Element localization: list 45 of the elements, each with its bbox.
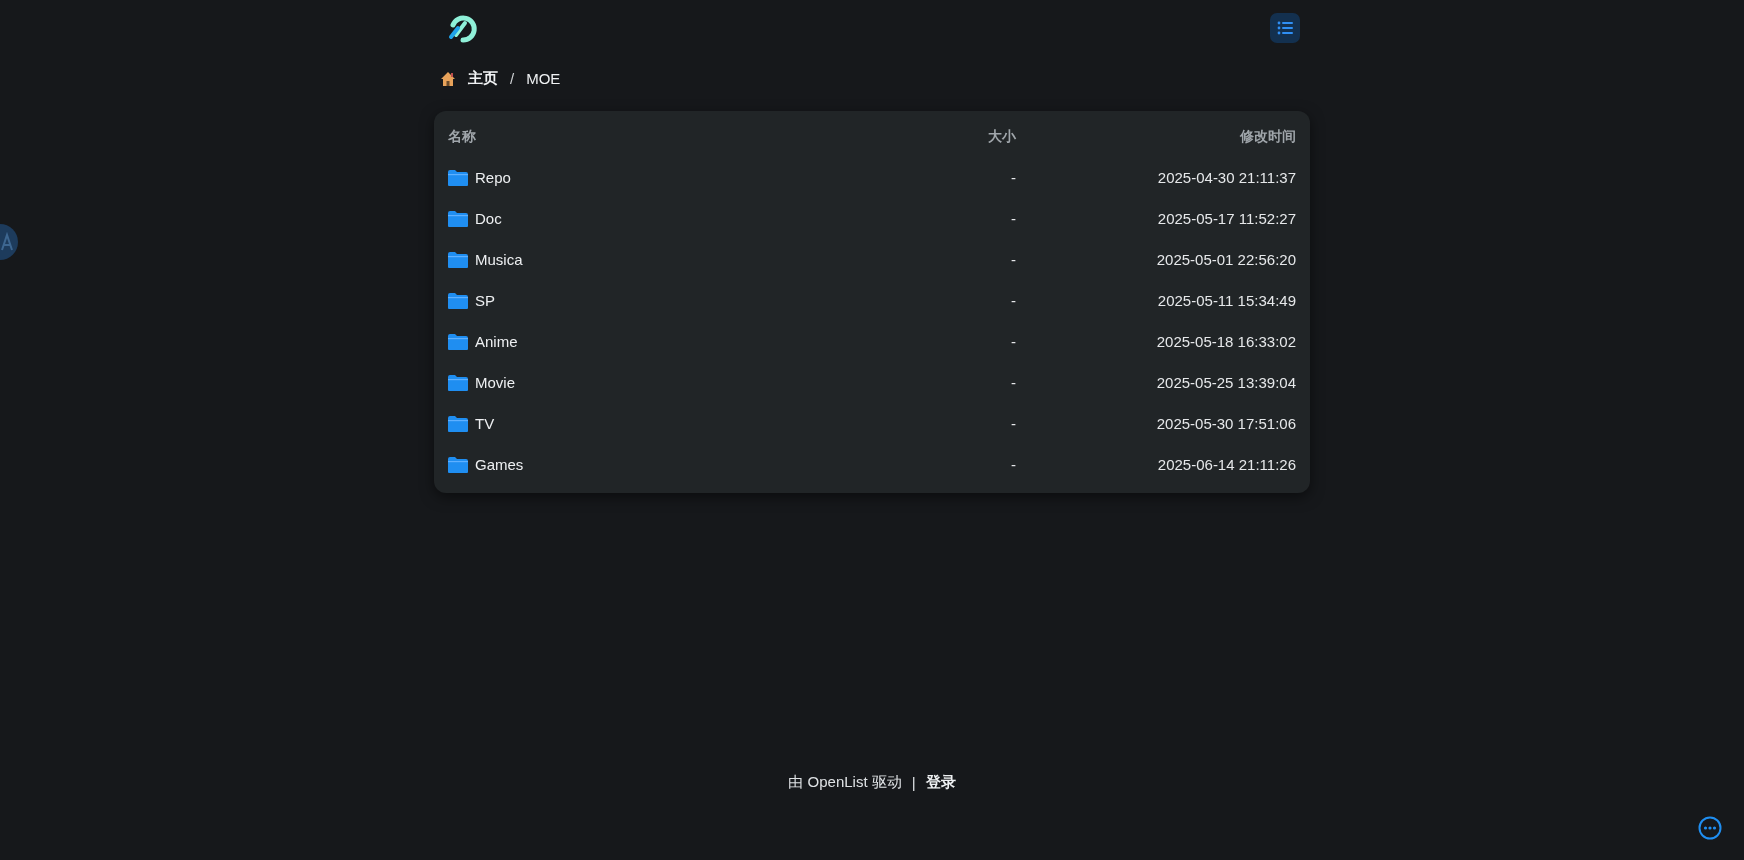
folder-icon <box>448 373 468 392</box>
breadcrumb-separator: / <box>510 70 515 87</box>
more-icon[interactable] <box>1698 816 1722 840</box>
column-header[interactable]: 大小 <box>988 128 1016 146</box>
folder-icon <box>448 291 468 310</box>
folder-name[interactable]: Musica <box>475 251 523 268</box>
size-cell: - <box>1011 333 1016 350</box>
modified-time-cell: 2025-05-25 13:39:04 <box>1156 374 1296 391</box>
size-cell: - <box>1011 169 1016 186</box>
powered-by-text: 由 OpenList 驱动 <box>788 773 902 792</box>
folder-icon <box>448 414 468 433</box>
modified-time-cell: 2025-05-01 22:56:20 <box>1156 251 1296 268</box>
modified-time-cell: 2025-04-30 21:11:37 <box>1157 169 1296 186</box>
folder-name[interactable]: Repo <box>475 169 511 186</box>
folder-name[interactable]: Movie <box>475 374 515 391</box>
list-icon <box>1277 21 1293 35</box>
modified-time-cell: 2025-05-17 11:52:27 <box>1157 210 1296 227</box>
folder-icon <box>448 168 468 187</box>
login-link[interactable]: 登录 <box>925 773 956 792</box>
column-header[interactable]: 名称 <box>448 128 896 146</box>
folder-name[interactable]: SP <box>475 292 495 309</box>
folder-name[interactable]: Games <box>475 456 524 473</box>
folder-icon <box>448 250 468 269</box>
size-cell: - <box>1011 374 1016 391</box>
folder-icon <box>448 332 468 351</box>
house-icon <box>440 70 456 87</box>
size-cell: - <box>1011 210 1016 227</box>
modified-time-cell: 2025-05-18 16:33:02 <box>1156 333 1296 350</box>
footer-separator: | <box>911 774 916 791</box>
modified-time-cell: 2025-06-14 21:11:26 <box>1157 456 1296 473</box>
folder-name[interactable]: Anime <box>475 333 518 350</box>
folder-name[interactable]: TV <box>475 415 495 432</box>
size-cell: - <box>1011 415 1016 432</box>
breadcrumb-link[interactable]: 主页 <box>468 69 498 88</box>
column-header[interactable]: 修改时间 <box>1240 128 1296 146</box>
breadcrumb-link[interactable]: MOE <box>526 70 561 87</box>
modified-time-cell: 2025-05-30 17:51:06 <box>1156 415 1296 432</box>
modified-time-cell: 2025-05-11 15:34:49 <box>1157 292 1296 309</box>
folder-icon <box>448 209 468 228</box>
folder-icon <box>448 455 468 474</box>
size-cell: - <box>1011 456 1016 473</box>
size-cell: - <box>1011 292 1016 309</box>
folder-name[interactable]: Doc <box>475 210 502 227</box>
size-cell: - <box>1011 251 1016 268</box>
list-menu-button[interactable] <box>1270 13 1300 43</box>
